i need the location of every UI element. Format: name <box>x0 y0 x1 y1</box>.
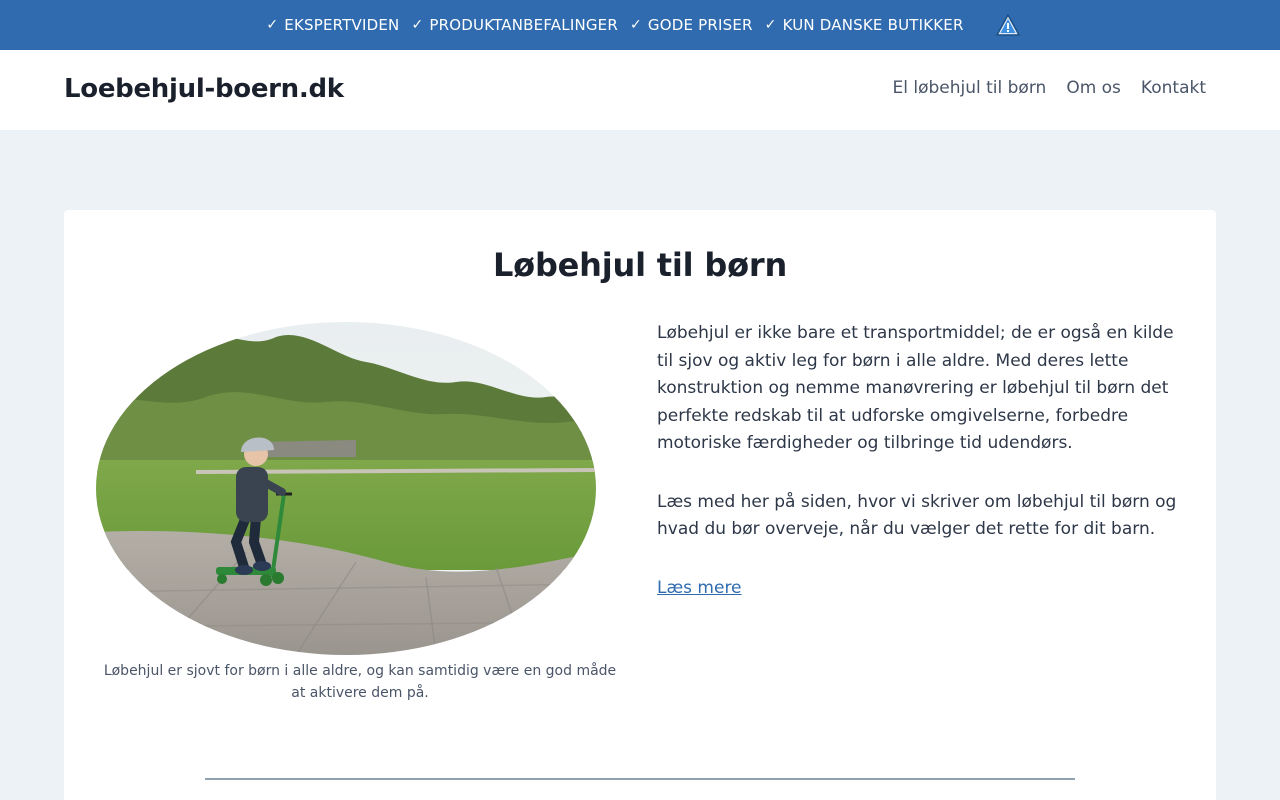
main-nav: El løbehjul til børn Om os Kontakt <box>872 78 1206 98</box>
nav-link-kontakt[interactable]: Kontakt <box>1141 78 1206 98</box>
check-icon: ✓ <box>411 17 424 33</box>
usp-label: KUN DANSKE BUTIKKER <box>782 16 964 34</box>
child-on-scooter-photo <box>96 322 596 655</box>
nav-link-om-os[interactable]: Om os <box>1066 78 1121 98</box>
usp-item: ✓ GODE PRISER <box>630 16 753 34</box>
usp-label: GODE PRISER <box>647 16 753 34</box>
warning-icon[interactable] <box>995 14 1020 36</box>
intro-paragraph: Løbehjul er ikke bare et transportmiddel… <box>657 323 1174 453</box>
nav-link-el-loebehjul[interactable]: El løbehjul til børn <box>892 78 1046 98</box>
section-divider <box>205 778 1075 780</box>
intro-paragraph: Læs med her på siden, hvor vi skriver om… <box>657 491 1177 540</box>
page-title: Løbehjul til børn <box>492 246 788 284</box>
site-header: Loebehjul-boern.dk El løbehjul til børn … <box>0 50 1280 130</box>
image-caption: Løbehjul er sjovt for børn i alle aldre,… <box>103 663 617 701</box>
check-icon: ✓ <box>764 17 777 33</box>
read-more-link[interactable]: Læs mere <box>657 578 742 598</box>
content-card: Løbehjul til børn Løbehjul er sjovt for … <box>64 210 1216 800</box>
usp-bar: ✓ EKSPERTVIDEN ✓ PRODUKTANBEFALINGER ✓ G… <box>0 0 1280 50</box>
site-logo[interactable]: Loebehjul-boern.dk <box>64 74 344 104</box>
check-icon: ✓ <box>266 17 279 33</box>
usp-item: ✓ PRODUKTANBEFALINGER <box>411 16 618 34</box>
usp-label: EKSPERTVIDEN <box>284 16 400 34</box>
usp-label: PRODUKTANBEFALINGER <box>429 16 618 34</box>
usp-item: ✓ EKSPERTVIDEN <box>266 16 399 34</box>
usp-item: ✓ KUN DANSKE BUTIKKER <box>765 16 964 34</box>
intro-text: Løbehjul er ikke bare et transportmiddel… <box>657 320 1187 633</box>
check-icon: ✓ <box>629 17 642 33</box>
